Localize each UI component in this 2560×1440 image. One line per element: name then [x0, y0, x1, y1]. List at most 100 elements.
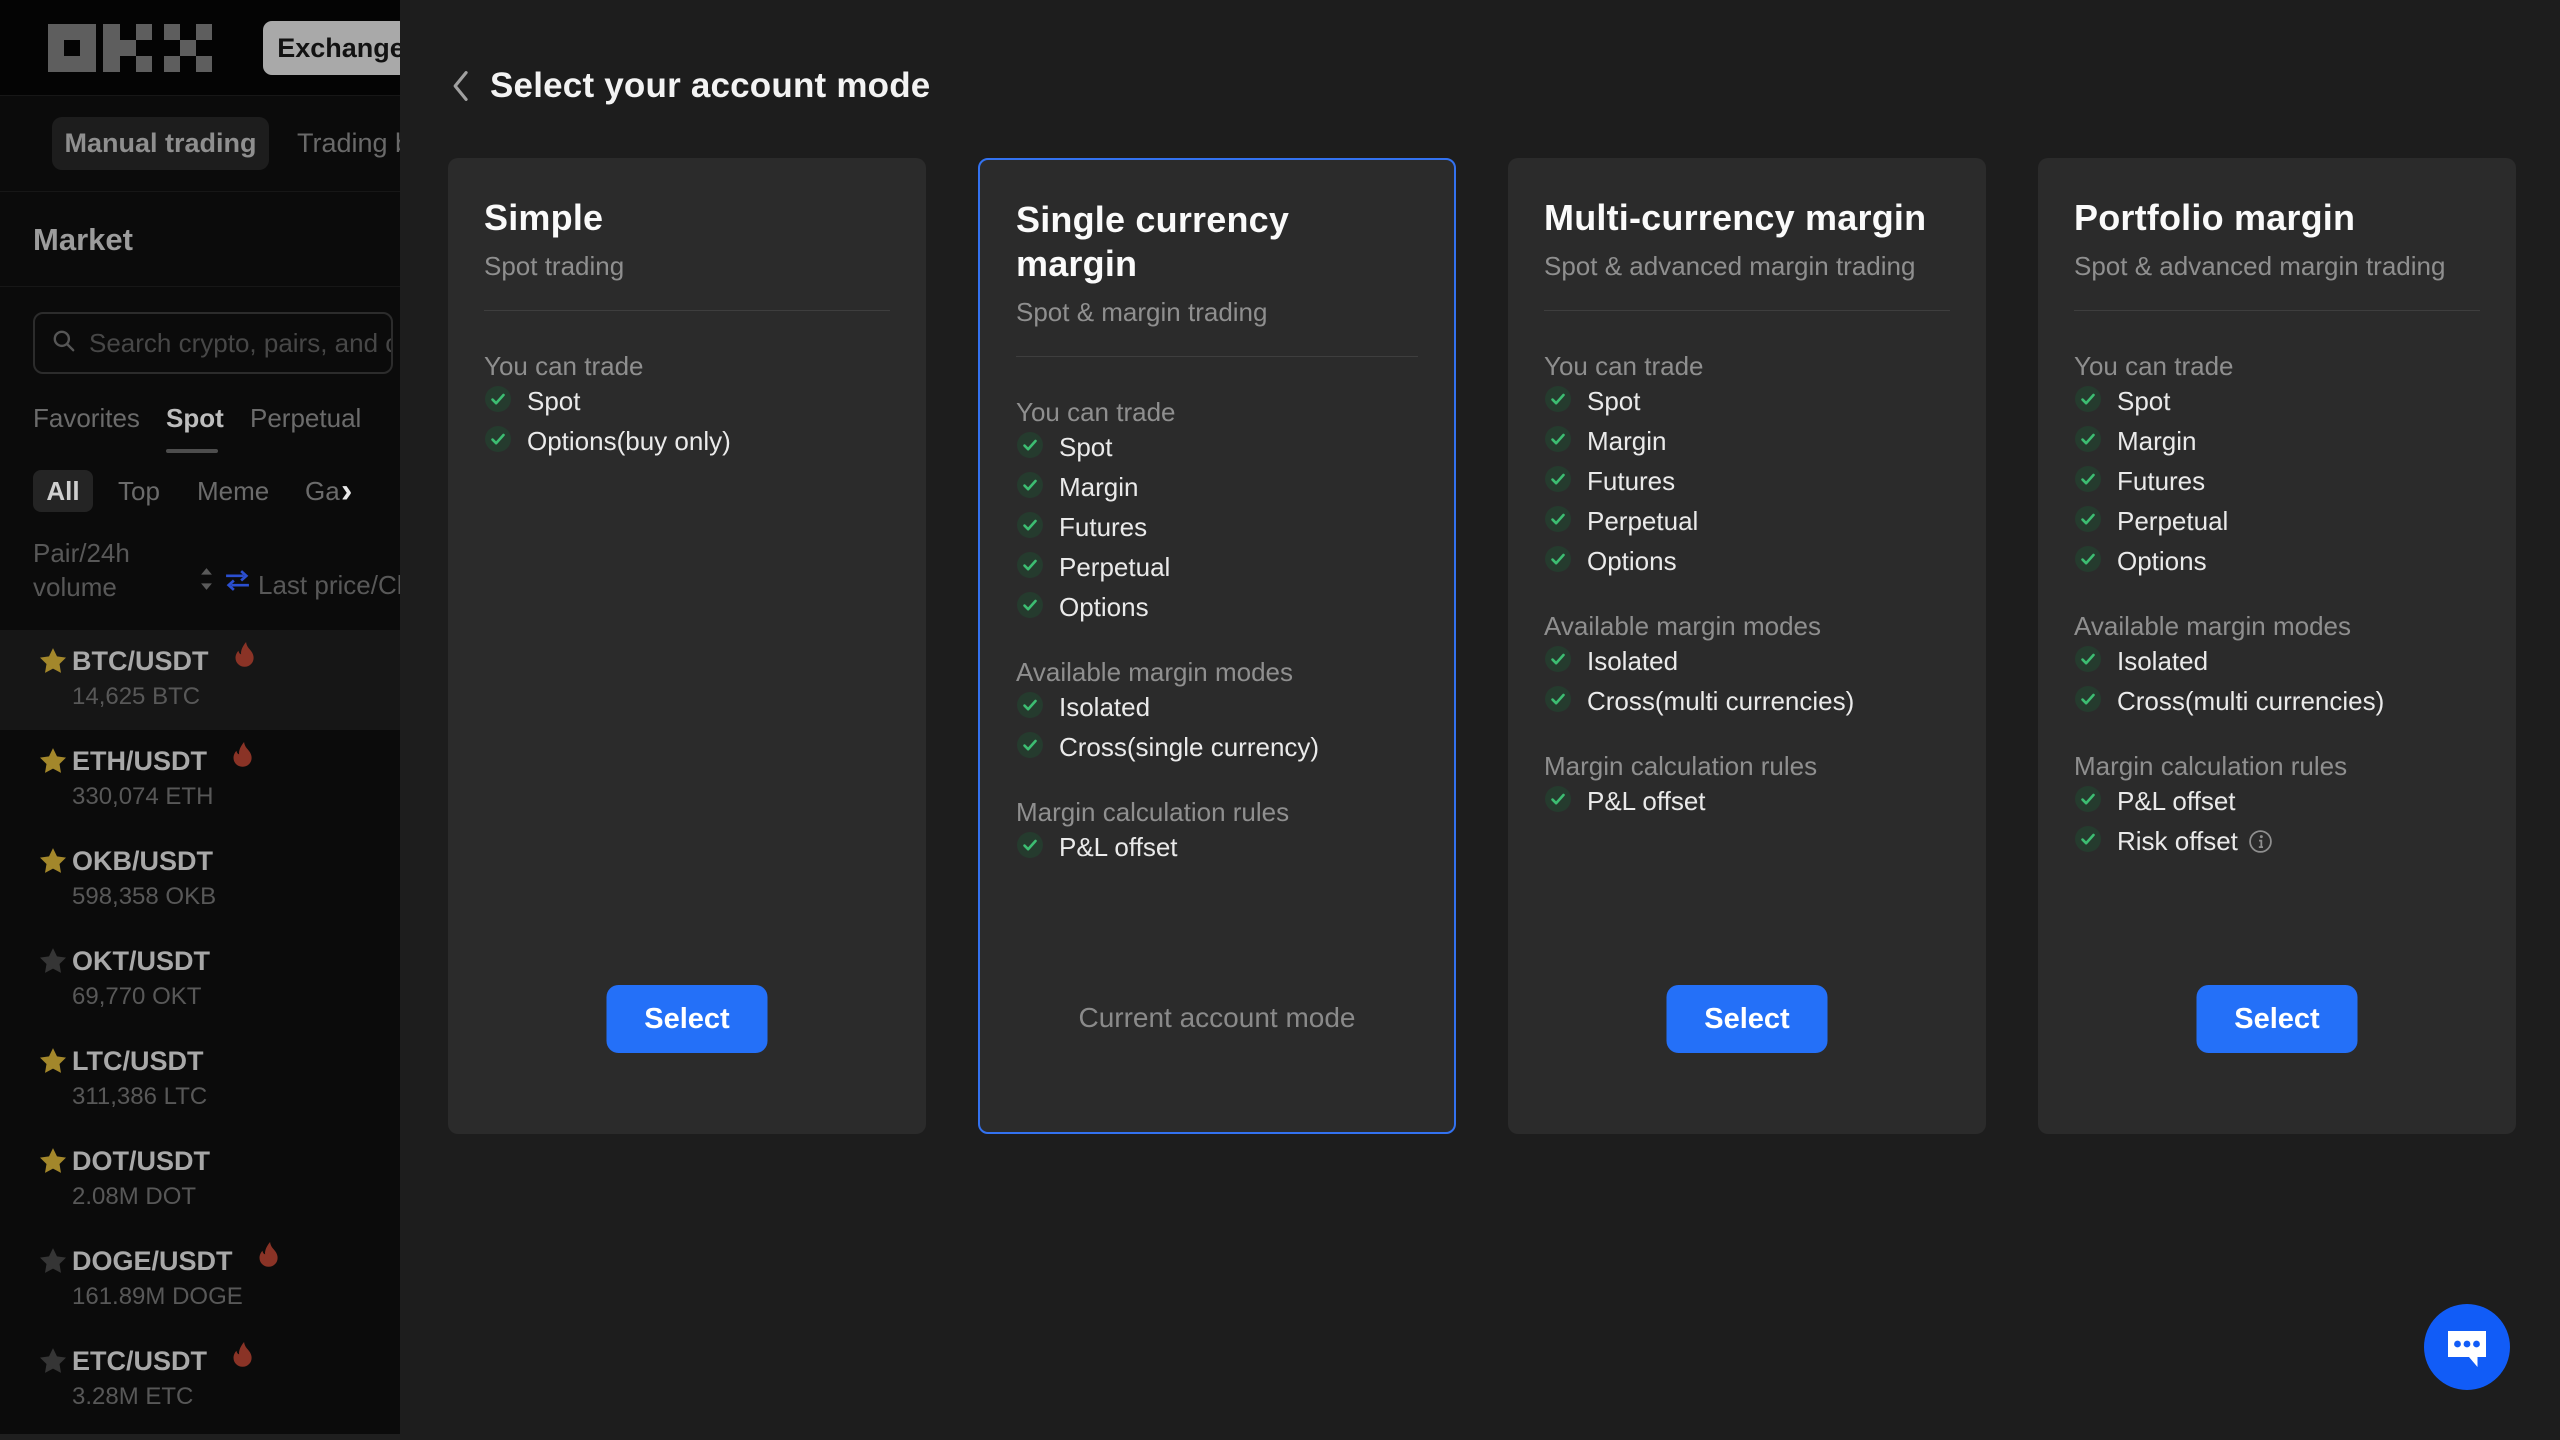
pair-name: DOT/USDT [72, 1144, 210, 1178]
pair-name: DOGE/USDT [72, 1244, 280, 1278]
card-subtitle: Spot trading [484, 250, 890, 282]
calc-rule-item: P&L offset [1016, 827, 1418, 867]
card-divider [1544, 310, 1950, 311]
trade-item: Perpetual [1016, 547, 1418, 587]
list-item[interactable]: OKB/USDT 598,358 OKB [0, 830, 400, 930]
favorite-star-icon[interactable] [38, 1346, 68, 1381]
account-mode-card-portfolio-margin[interactable]: Portfolio marginSpot & advanced margin t… [2038, 158, 2516, 1134]
trade-label: Spot [1059, 432, 1113, 463]
favorite-star-icon[interactable] [38, 1246, 68, 1281]
hot-flame-icon [245, 1243, 280, 1277]
search-input[interactable]: Search crypto, pairs, and con [89, 328, 393, 359]
calc-rule-label: P&L offset [2117, 786, 2236, 817]
pair-name: LTC/USDT [72, 1044, 207, 1078]
margin-mode-label: Isolated [2117, 646, 2208, 677]
swap-columns-icon[interactable] [224, 569, 251, 597]
trade-item: Options [1016, 587, 1418, 627]
category-all[interactable]: All [33, 470, 93, 512]
check-icon [1544, 505, 1572, 538]
pair-name: BTC/USDT [72, 644, 256, 678]
tab-favorites[interactable]: Favorites [33, 403, 140, 434]
list-item[interactable]: OKT/USDT 69,770 OKT [0, 930, 400, 1030]
list-item[interactable]: DOT/USDT 2.08M DOT [0, 1130, 400, 1230]
check-icon [1544, 645, 1572, 678]
trade-label: Options [2117, 546, 2207, 577]
pair-name-text: DOGE/USDT [72, 1244, 233, 1278]
margin-mode-label: Cross(multi currencies) [1587, 686, 1854, 717]
account-mode-card-single-currency-margin[interactable]: Single currency marginSpot & margin trad… [978, 158, 1456, 1134]
list-item[interactable]: LTC/USDT311,386 LTC [0, 1030, 400, 1130]
select-button[interactable]: Select [607, 985, 768, 1053]
list-bottom-strip [0, 1434, 400, 1440]
category-top[interactable]: Top [118, 476, 160, 507]
favorite-star-icon[interactable] [38, 646, 68, 681]
margin-mode-label: Cross(single currency) [1059, 732, 1319, 763]
trade-label: Perpetual [1059, 552, 1170, 583]
select-button[interactable]: Select [2197, 985, 2358, 1053]
pair-name-text: OKT/USDT [72, 944, 210, 978]
active-tab-underline [166, 449, 218, 453]
pair-volume: 69,770 OKT [72, 982, 210, 1012]
info-icon[interactable] [2248, 829, 2273, 854]
card-subtitle: Spot & advanced margin trading [1544, 250, 1950, 282]
back-button[interactable] [448, 69, 472, 103]
favorite-star-icon[interactable] [38, 846, 68, 881]
tab-perpetual[interactable]: Perpetual [250, 403, 361, 434]
trade-label: Spot [1587, 386, 1641, 417]
trade-item: Futures [1544, 461, 1950, 501]
tab-trading-bots[interactable]: Trading b [297, 117, 400, 170]
margin-mode-item: Isolated [1544, 641, 1950, 681]
check-icon [1016, 731, 1044, 764]
favorite-star-icon[interactable] [38, 746, 68, 781]
favorite-star-icon[interactable] [38, 1046, 68, 1081]
list-item[interactable]: ETC/USDT3.28M ETC [0, 1330, 400, 1430]
trade-label: Options(buy only) [527, 426, 731, 457]
hot-flame-icon [221, 643, 256, 677]
pair-info: ETC/USDT3.28M ETC [72, 1344, 254, 1412]
categories-more-chevron-icon[interactable]: › [341, 470, 352, 512]
pair-name-text: BTC/USDT [72, 644, 209, 678]
okx-app: Exchange Manual trading Trading b Market… [0, 0, 2560, 1440]
chat-fab[interactable] [2424, 1304, 2510, 1390]
category-gamefi[interactable]: Ga [305, 476, 340, 507]
trade-label: Spot [2117, 386, 2171, 417]
favorite-star-icon[interactable] [38, 1146, 68, 1181]
tab-spot[interactable]: Spot [166, 403, 224, 434]
select-button[interactable]: Select [1667, 985, 1828, 1053]
tab-manual-trading[interactable]: Manual trading [52, 117, 269, 170]
okx-logo[interactable] [48, 24, 212, 77]
category-meme[interactable]: Meme [197, 476, 269, 507]
pair-name-text: LTC/USDT [72, 1044, 203, 1078]
margin-mode-item: Cross(multi currencies) [2074, 681, 2480, 721]
check-icon [484, 385, 512, 418]
account-mode-card-simple[interactable]: SimpleSpot tradingYou can tradeSpotOptio… [448, 158, 926, 1134]
trade-label: Margin [1059, 472, 1138, 503]
favorite-star-icon[interactable] [38, 946, 68, 981]
column-header-last-price: Last price/Ch [258, 570, 400, 601]
pair-volume: 2.08M DOT [72, 1182, 210, 1212]
list-item[interactable]: BTC/USDT14,625 BTC [0, 630, 400, 730]
page-title: Select your account mode [490, 66, 930, 106]
exchange-nav-button[interactable]: Exchange [263, 21, 400, 75]
pair-info: OKB/USDT 598,358 OKB [72, 844, 216, 912]
check-icon [1016, 471, 1044, 504]
market-title: Market [33, 222, 133, 258]
calc-rule-label: P&L offset [1587, 786, 1706, 817]
pair-volume: 598,358 OKB [72, 882, 216, 912]
account-mode-card-multi-currency-margin[interactable]: Multi-currency marginSpot & advanced mar… [1508, 158, 1986, 1134]
list-item[interactable]: DOGE/USDT161.89M DOGE [0, 1230, 400, 1330]
search-box[interactable]: Search crypto, pairs, and con [33, 312, 393, 374]
check-icon [1016, 551, 1044, 584]
pair-name-text: OKB/USDT [72, 844, 213, 878]
current-account-mode-label: Current account mode [980, 1002, 1454, 1034]
trade-item: Options(buy only) [484, 421, 890, 461]
calc-rules-label: Margin calculation rules [1016, 797, 1418, 827]
hot-flame-icon [219, 1343, 254, 1377]
check-icon [1016, 691, 1044, 724]
list-item[interactable]: ETH/USDT330,074 ETH [0, 730, 400, 830]
margin-mode-item: Isolated [1016, 687, 1418, 727]
card-subtitle: Spot & margin trading [1016, 296, 1418, 328]
check-icon [2074, 685, 2102, 718]
trade-label: Perpetual [1587, 506, 1698, 537]
sort-icon[interactable] [200, 566, 213, 597]
